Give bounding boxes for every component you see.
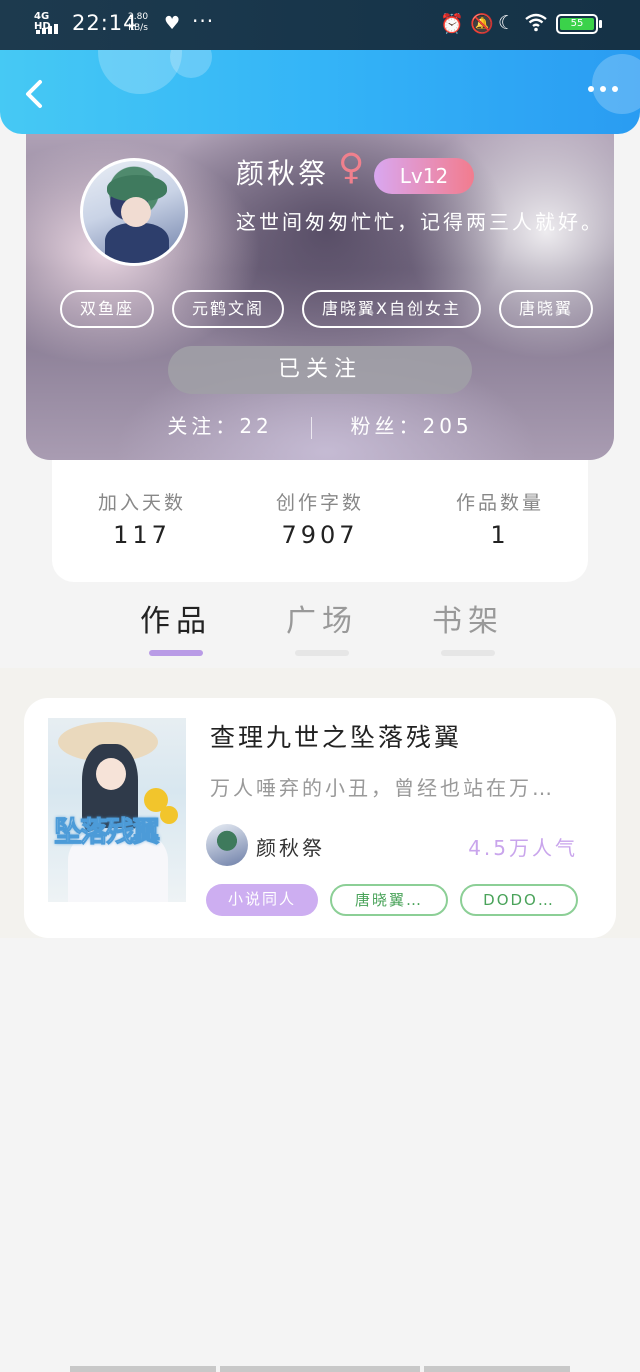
- tab-label: 书架: [432, 604, 504, 639]
- moon-icon: ☾: [498, 12, 516, 34]
- speed-unit: KB/s: [128, 23, 148, 33]
- chevron-left-icon: [26, 80, 42, 108]
- more-button[interactable]: [588, 86, 618, 92]
- level-badge: Lv12: [374, 158, 474, 194]
- author-avatar: [206, 824, 248, 866]
- nav-gesture-bar: [70, 1366, 216, 1372]
- stat-works-count: 作品数量 1: [410, 488, 590, 549]
- tab-indicator: [441, 650, 495, 656]
- cover-title: 坠落残翼: [53, 815, 160, 849]
- more-dots-icon: [588, 86, 594, 92]
- stats-card: 加入天数 117 创作字数 7907 作品数量 1: [52, 440, 588, 582]
- nav-gesture-bar: [220, 1366, 420, 1372]
- notification-more-icon: ···: [192, 9, 215, 33]
- following-count[interactable]: 22: [239, 414, 272, 438]
- work-tag[interactable]: DODO…: [460, 884, 578, 916]
- work-tag[interactable]: 唐晓翼…: [330, 884, 448, 916]
- work-tags: 小说同人 唐晓翼… DODO…: [206, 884, 578, 916]
- decor-bubble: [592, 54, 640, 114]
- work-card[interactable]: 坠落残翼 查理九世之坠落残翼 万人唾弃的小丑，曾经也站在万… 颜秋祭 4.5万人…: [24, 698, 616, 938]
- nav-gesture-bar: [424, 1366, 570, 1372]
- work-title[interactable]: 查理九世之坠落残翼: [210, 718, 462, 754]
- tab-bookshelf[interactable]: 书架: [408, 596, 528, 656]
- divider: [311, 416, 313, 439]
- cover-face: [96, 758, 126, 790]
- profile-tags: 双鱼座 元鹤文阁 唐晓翼X自创女主 唐晓翼: [60, 290, 594, 328]
- decor-bubble: [170, 50, 212, 78]
- wifi-icon: [524, 12, 548, 37]
- avatar-face: [121, 197, 151, 227]
- alarm-icon: ⏰: [440, 13, 464, 35]
- work-author: 颜秋祭: [256, 836, 325, 860]
- battery-level: 55: [560, 18, 594, 30]
- fans-count[interactable]: 205: [422, 414, 472, 438]
- status-bar: 4G HD 22:14 2.80 KB/s ♥ ··· ⏰ 🔕 ☾ 55: [0, 0, 640, 50]
- cover-flower: [160, 806, 178, 824]
- back-button[interactable]: [18, 76, 52, 112]
- fans-label[interactable]: 粉丝：: [350, 414, 422, 438]
- speed-value: 2.80: [128, 12, 149, 22]
- follow-counts: 关注：22 粉丝：205: [26, 410, 614, 439]
- gender-female-icon: ♀: [338, 147, 365, 188]
- network-speed: 2.80 KB/s: [128, 12, 148, 34]
- top-nav-bar: [0, 50, 640, 134]
- follow-button[interactable]: 已关注: [168, 346, 472, 394]
- following-label[interactable]: 关注：: [167, 414, 239, 438]
- more-dots-icon: [612, 86, 618, 92]
- stat-value: 117: [113, 521, 171, 549]
- work-popularity: 4.5万人气: [468, 836, 578, 860]
- profile-tag[interactable]: 元鹤文阁: [172, 290, 285, 328]
- tab-bar: 作品 广场 书架: [0, 596, 640, 666]
- profile-tag[interactable]: 唐晓翼X自创女主: [302, 290, 481, 328]
- user-bio: 这世间匆匆忙忙，记得两三人就好。: [236, 210, 604, 234]
- avatar-cape: [105, 223, 169, 263]
- tab-works[interactable]: 作品: [116, 596, 236, 656]
- work-description: 万人唾弃的小丑，曾经也站在万…: [210, 776, 555, 800]
- work-cover[interactable]: 坠落残翼: [48, 718, 186, 902]
- stat-label: 创作字数: [275, 492, 364, 514]
- user-name: 颜秋祭: [236, 157, 330, 190]
- tab-indicator: [295, 650, 349, 656]
- profile-card: 颜秋祭 ♀ Lv12 这世间匆匆忙忙，记得两三人就好。 双鱼座 元鹤文阁 唐晓翼…: [26, 112, 614, 460]
- stat-value: 7907: [281, 521, 359, 549]
- work-tag[interactable]: 小说同人: [206, 884, 318, 916]
- tab-label: 广场: [286, 604, 358, 639]
- battery-icon: 55: [556, 14, 602, 34]
- stat-join-days: 加入天数 117: [52, 488, 232, 549]
- stat-label: 作品数量: [455, 492, 544, 514]
- tab-indicator: [149, 650, 203, 656]
- avatar[interactable]: [80, 158, 188, 266]
- heart-icon: ♥: [164, 13, 181, 34]
- profile-tag[interactable]: 双鱼座: [60, 290, 155, 328]
- stat-value: 1: [490, 521, 510, 549]
- profile-tag[interactable]: 唐晓翼: [499, 290, 594, 328]
- stat-word-count: 创作字数 7907: [230, 488, 410, 549]
- mute-icon: 🔕: [470, 13, 494, 35]
- signal-icon: [36, 24, 58, 34]
- tab-square[interactable]: 广场: [262, 596, 382, 656]
- tab-label: 作品: [140, 604, 212, 639]
- more-dots-icon: [600, 86, 606, 92]
- stat-label: 加入天数: [97, 492, 186, 514]
